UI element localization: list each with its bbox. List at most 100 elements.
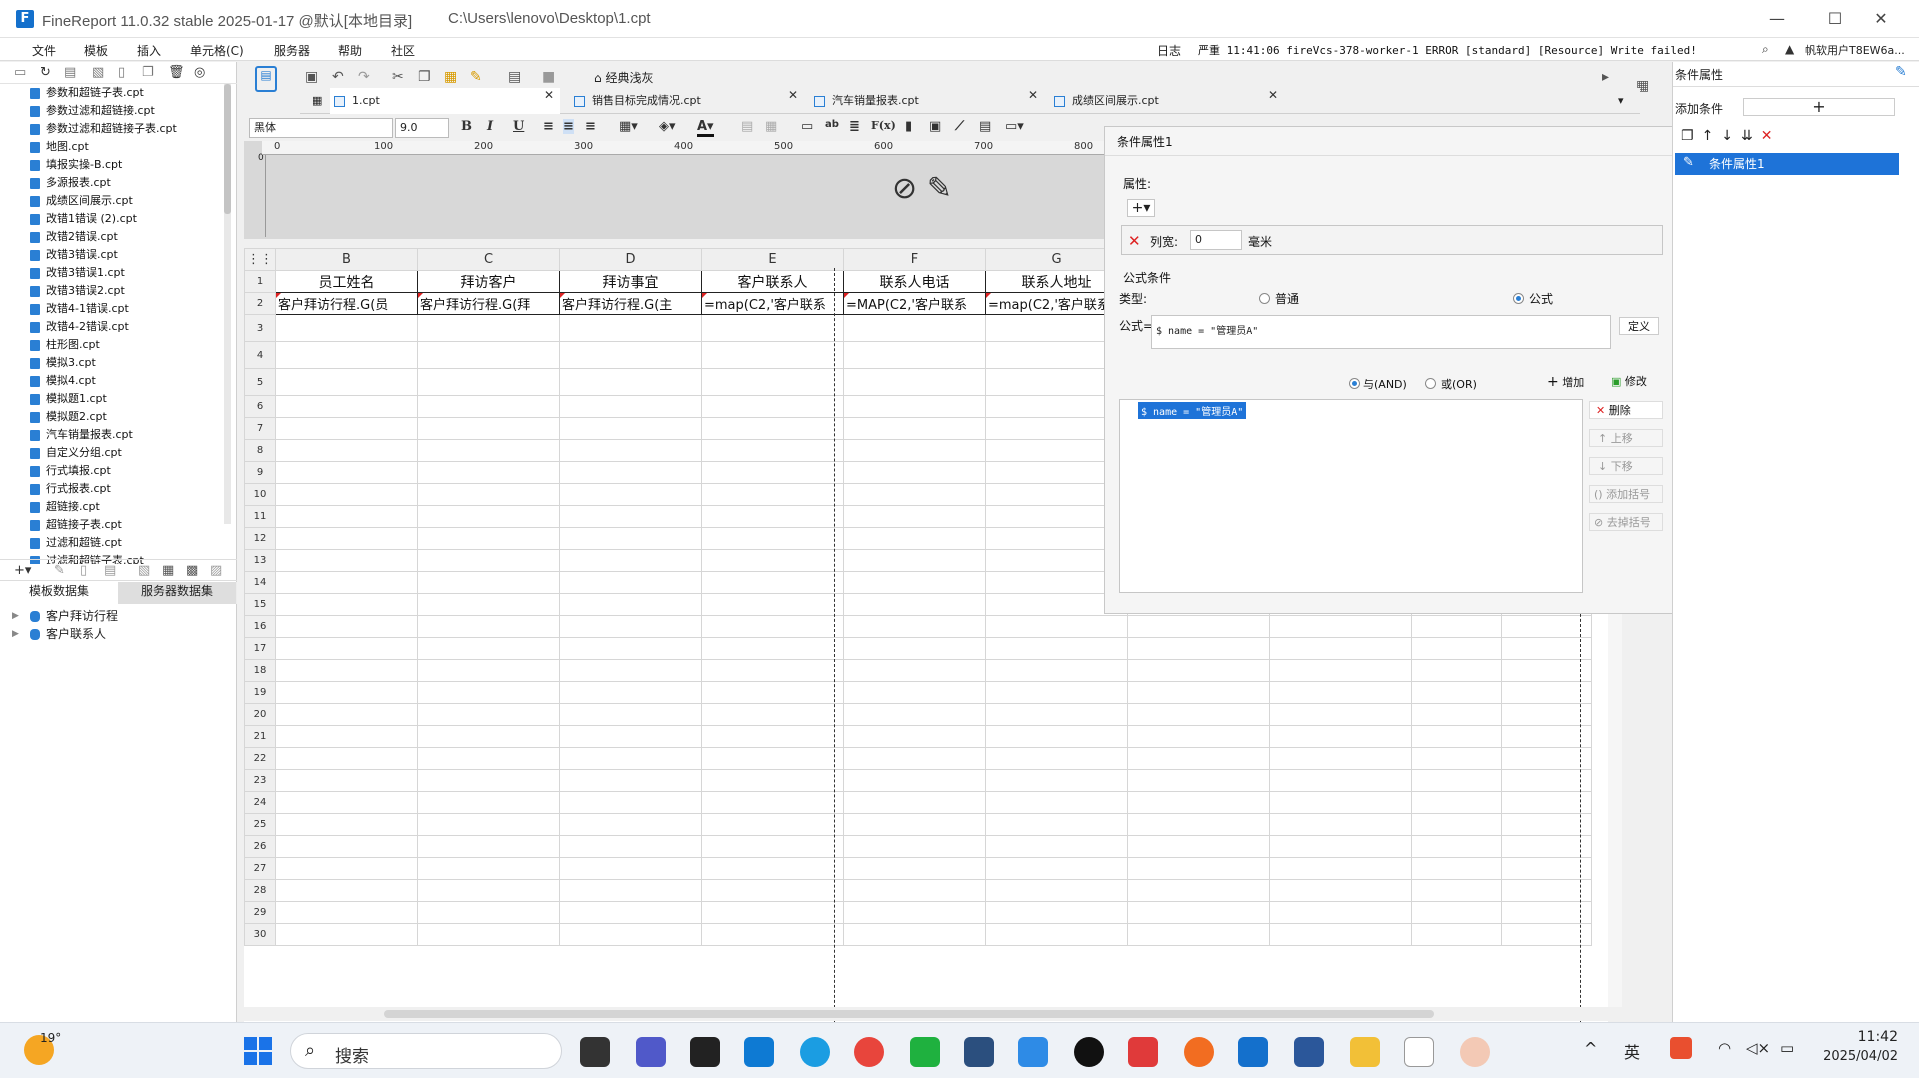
cell[interactable] xyxy=(1269,923,1412,946)
cell[interactable] xyxy=(275,593,418,616)
type-formula-label[interactable]: 公式 xyxy=(1529,290,1553,307)
minimize-button[interactable]: — xyxy=(1748,0,1806,38)
cell[interactable] xyxy=(1411,835,1502,858)
cell[interactable] xyxy=(275,439,418,462)
scroll-thumb[interactable] xyxy=(384,1010,1434,1018)
row-header[interactable]: 10 xyxy=(244,483,276,506)
cell[interactable] xyxy=(843,527,986,550)
cell[interactable] xyxy=(843,769,986,792)
move-down-button[interactable]: ↓ 下移 xyxy=(1589,457,1663,475)
cell[interactable] xyxy=(1501,813,1592,836)
row-header[interactable]: 8 xyxy=(244,439,276,462)
cell[interactable] xyxy=(417,659,560,682)
locate-icon[interactable]: ◎ xyxy=(194,65,205,80)
condition-list-item[interactable]: $ name = "管理员A" xyxy=(1138,402,1247,419)
cell[interactable] xyxy=(417,615,560,638)
battery-icon[interactable]: ▭ xyxy=(1780,1039,1794,1057)
tab-template-dataset[interactable]: 模板数据集 xyxy=(0,582,118,604)
row-header[interactable]: 5 xyxy=(244,368,276,396)
font-size-select[interactable]: 9.0 xyxy=(395,118,449,138)
cell[interactable] xyxy=(701,593,844,616)
cell[interactable] xyxy=(701,681,844,704)
ime-indicator[interactable]: 英 xyxy=(1624,1039,1640,1063)
cell[interactable] xyxy=(1269,857,1412,880)
cell[interactable] xyxy=(985,725,1128,748)
menu-template[interactable]: 模板 xyxy=(84,42,108,59)
cell[interactable] xyxy=(559,368,702,396)
tab-menu-icon[interactable]: ▾ xyxy=(1596,88,1624,114)
bell-icon[interactable]: ▲ xyxy=(1785,42,1794,56)
delete-icon[interactable]: ✕ xyxy=(1761,128,1781,144)
cell[interactable] xyxy=(275,879,418,902)
cell[interactable] xyxy=(701,659,844,682)
file-item[interactable]: 改错3错误1.cpt xyxy=(28,264,228,282)
cell[interactable] xyxy=(843,549,986,572)
cell[interactable] xyxy=(559,813,702,836)
cell[interactable] xyxy=(1411,681,1502,704)
network-app-icon[interactable] xyxy=(964,1037,994,1067)
stop-icon[interactable]: ■ xyxy=(542,69,555,85)
font-color-icon[interactable]: A▾ xyxy=(697,119,714,137)
cell[interactable] xyxy=(843,725,986,748)
and-radio[interactable] xyxy=(1349,378,1360,389)
cell[interactable] xyxy=(559,417,702,440)
delete-icon[interactable]: ▯ xyxy=(118,65,125,80)
cell[interactable] xyxy=(1411,857,1502,880)
row-header[interactable]: 6 xyxy=(244,395,276,418)
vscode-icon[interactable] xyxy=(744,1037,774,1067)
file-item[interactable]: 多源报表.cpt xyxy=(28,174,228,192)
xmind-icon[interactable] xyxy=(1128,1037,1158,1067)
add-dataset-icon[interactable]: +▾ xyxy=(14,563,31,578)
dataset-item[interactable]: ▶ 客户联系人 xyxy=(0,625,237,643)
cell[interactable] xyxy=(985,681,1128,704)
cell[interactable] xyxy=(1269,637,1412,660)
richtext-icon[interactable]: ≣ xyxy=(849,119,860,134)
column-header[interactable]: B xyxy=(275,248,418,271)
cell[interactable] xyxy=(1127,879,1270,902)
file-item[interactable]: 自定义分组.cpt xyxy=(28,444,228,462)
cell[interactable] xyxy=(985,769,1128,792)
chart-icon[interactable]: ▮ xyxy=(905,119,912,134)
cell[interactable] xyxy=(701,769,844,792)
cell[interactable] xyxy=(985,901,1128,924)
cell[interactable] xyxy=(1127,835,1270,858)
redo-icon[interactable]: ↷ xyxy=(358,69,370,85)
tab-sales-target[interactable]: 销售目标完成情况.cpt ✕ xyxy=(570,88,806,114)
cell[interactable] xyxy=(1411,637,1502,660)
row-header[interactable]: 24 xyxy=(244,791,276,814)
cell[interactable] xyxy=(275,395,418,418)
cell[interactable] xyxy=(701,725,844,748)
trash-icon[interactable]: 🗑 xyxy=(168,65,185,80)
copy-icon[interactable]: ❐ xyxy=(142,65,154,80)
new-folder-icon[interactable]: ▭ xyxy=(14,65,26,80)
cell[interactable] xyxy=(559,857,702,880)
expand-right-icon[interactable]: ▸ xyxy=(1602,69,1609,85)
modify-button[interactable]: ▣ 修改 xyxy=(1611,373,1647,391)
close-tab-icon[interactable]: ✕ xyxy=(1028,88,1038,102)
cell[interactable] xyxy=(843,703,986,726)
cell[interactable] xyxy=(701,549,844,572)
cell[interactable] xyxy=(1501,769,1592,792)
add-button[interactable]: + 增加 xyxy=(1547,373,1584,391)
finereport-icon[interactable] xyxy=(1238,1037,1268,1067)
add-condition-button[interactable]: + xyxy=(1743,98,1895,116)
cell[interactable] xyxy=(417,571,560,594)
cell[interactable] xyxy=(701,879,844,902)
cell[interactable] xyxy=(559,769,702,792)
clock-date[interactable]: 2025/04/02 xyxy=(1814,1049,1898,1064)
cell[interactable] xyxy=(1501,681,1592,704)
cell[interactable] xyxy=(1501,791,1592,814)
cell[interactable] xyxy=(1269,681,1412,704)
cell[interactable] xyxy=(275,527,418,550)
cell[interactable] xyxy=(417,417,560,440)
cell[interactable] xyxy=(559,835,702,858)
file-item[interactable]: 汽车销量报表.cpt xyxy=(28,426,228,444)
cell[interactable] xyxy=(1501,747,1592,770)
avatar-icon[interactable] xyxy=(1460,1037,1490,1067)
cell[interactable] xyxy=(1411,747,1502,770)
cell[interactable] xyxy=(1269,813,1412,836)
cell[interactable] xyxy=(1411,813,1502,836)
expand-icon[interactable]: ▶ xyxy=(12,607,19,625)
cell[interactable] xyxy=(275,901,418,924)
preview-icon[interactable]: ▤ xyxy=(508,69,521,85)
